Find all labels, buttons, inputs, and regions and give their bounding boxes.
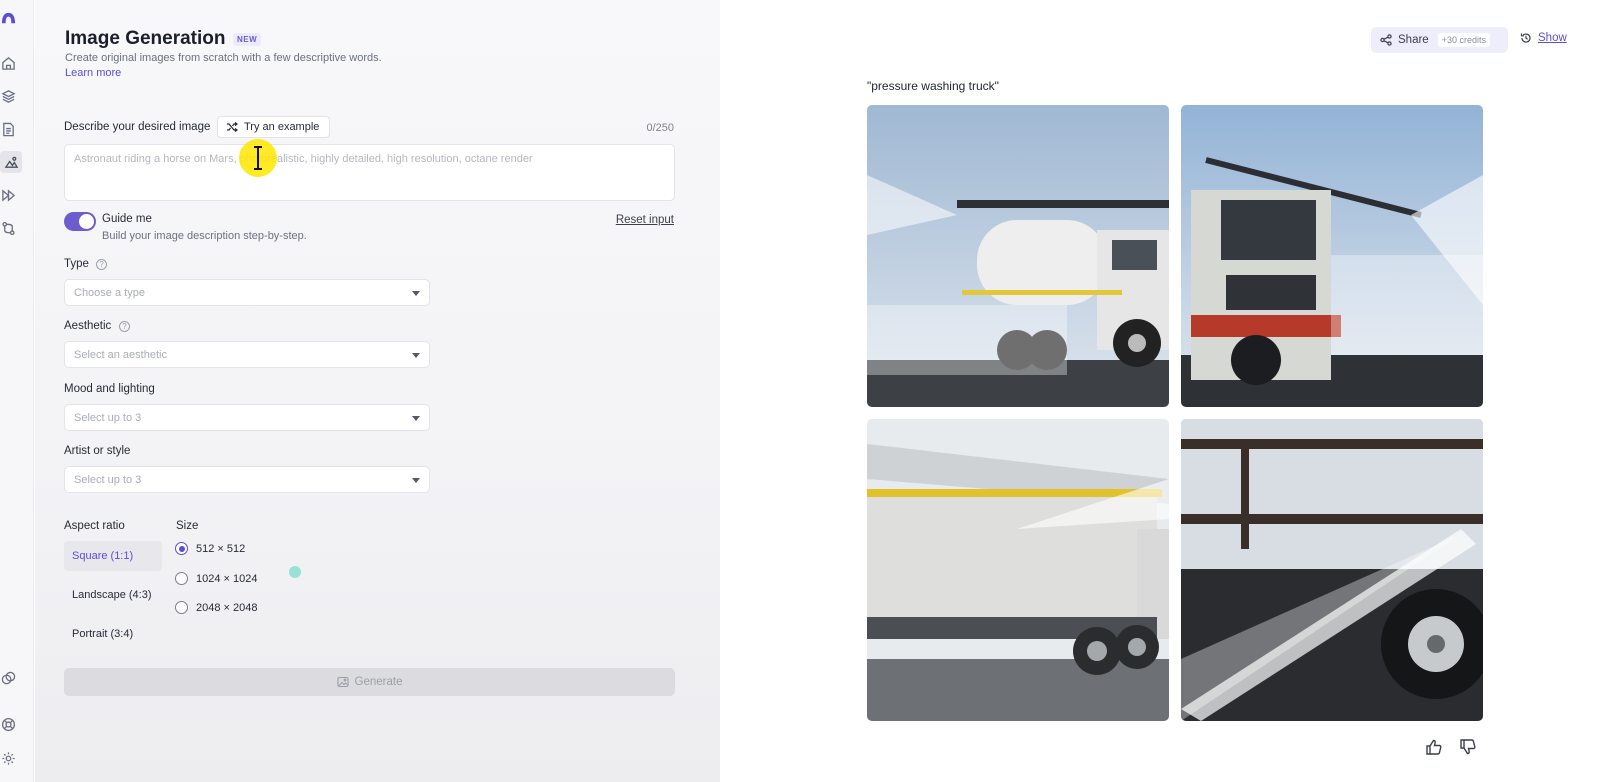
chevron-down-icon: [412, 353, 420, 358]
result-image-1[interactable]: [867, 105, 1169, 407]
result-image-2[interactable]: [1181, 105, 1483, 407]
radio-button[interactable]: [175, 542, 188, 555]
aesthetic-help-icon[interactable]: ?: [119, 321, 130, 332]
aspect-landscape-option[interactable]: Landscape (4:3): [64, 580, 162, 610]
help-icon[interactable]: [0, 716, 16, 732]
try-example-label: Try an example: [244, 121, 320, 133]
guide-me-subtitle: Build your image description step-by-ste…: [102, 230, 307, 242]
share-icon: [1380, 34, 1392, 46]
community-icon[interactable]: [0, 670, 16, 686]
type-label: Type: [64, 258, 89, 270]
page-title: Image Generation: [65, 28, 226, 49]
artist-select[interactable]: Select up to 3: [64, 466, 430, 493]
mood-select-value: Select up to 3: [74, 412, 142, 424]
learn-more-link[interactable]: Learn more: [65, 67, 121, 79]
size-option-2048[interactable]: 2048 × 2048: [175, 601, 257, 614]
artist-select-value: Select up to 3: [74, 474, 142, 486]
character-counter: 0/250: [646, 122, 674, 134]
prompt-caption: "pressure washing truck": [867, 79, 999, 93]
logo-icon[interactable]: [0, 10, 16, 26]
guide-me-title: Guide me: [102, 213, 152, 225]
layers-icon[interactable]: [0, 88, 16, 104]
share-label: Share: [1398, 34, 1429, 46]
image-icon: [336, 676, 349, 688]
click-indicator: [289, 566, 301, 578]
type-select[interactable]: Choose a type: [64, 279, 430, 306]
aesthetic-select-value: Select an aesthetic: [74, 349, 167, 361]
aesthetic-label: Aesthetic: [64, 320, 112, 332]
aspect-square-option[interactable]: Square (1:1): [64, 541, 162, 571]
try-example-button[interactable]: Try an example: [217, 116, 330, 138]
reset-input-link[interactable]: Reset input: [616, 214, 674, 226]
radio-button[interactable]: [175, 572, 188, 585]
text-cursor-icon: [254, 146, 262, 170]
artist-label: Artist or style: [64, 445, 131, 457]
mood-select[interactable]: Select up to 3: [64, 404, 430, 431]
aspect-ratio-label: Aspect ratio: [64, 520, 125, 532]
prompt-input[interactable]: [64, 144, 675, 201]
size-option-512[interactable]: 512 × 512: [175, 542, 245, 555]
aspect-portrait-option[interactable]: Portrait (3:4): [64, 619, 162, 649]
credits-badge: +30 credits: [1437, 33, 1490, 47]
settings-icon[interactable]: [0, 750, 16, 766]
size-label: Size: [176, 520, 199, 532]
thumbs-up-icon[interactable]: [1425, 738, 1443, 756]
aesthetic-select[interactable]: Select an aesthetic: [64, 341, 430, 368]
type-select-value: Choose a type: [74, 287, 145, 299]
generate-label: Generate: [354, 676, 403, 688]
history-icon: [1520, 33, 1531, 43]
workflow-icon[interactable]: [0, 220, 16, 236]
results-panel: Share +30 credits Show "pressure washing…: [720, 0, 1600, 782]
result-image-4[interactable]: [1181, 419, 1483, 721]
icon-rail: [0, 0, 34, 782]
new-badge: NEW: [233, 33, 262, 46]
radio-button[interactable]: [175, 601, 188, 614]
thumbs-down-icon[interactable]: [1459, 738, 1477, 756]
shuffle-icon: [227, 122, 238, 132]
type-help-icon[interactable]: ?: [96, 259, 107, 270]
size-option-label: 512 × 512: [196, 542, 246, 555]
size-option-1024[interactable]: 1024 × 1024: [175, 572, 257, 585]
describe-label: Describe your desired image: [64, 121, 211, 133]
size-option-label: 2048 × 2048: [196, 601, 258, 614]
page-subtitle: Create original images from scratch with…: [65, 52, 382, 64]
show-history-button[interactable]: Show: [1520, 32, 1567, 44]
show-label: Show: [1538, 32, 1567, 44]
guide-me-toggle[interactable]: [64, 212, 96, 231]
share-button[interactable]: Share +30 credits: [1371, 27, 1508, 53]
size-option-label: 1024 × 1024: [196, 572, 258, 585]
chevron-down-icon: [412, 416, 420, 421]
document-icon[interactable]: [0, 121, 16, 137]
chevron-down-icon: [412, 478, 420, 483]
image-generation-form: Image Generation NEW Create original ima…: [35, 0, 720, 782]
image-generation-icon[interactable]: [0, 151, 22, 173]
generate-button[interactable]: Generate: [64, 668, 675, 696]
mood-label: Mood and lighting: [64, 383, 155, 395]
fast-forward-icon[interactable]: [0, 187, 16, 203]
chevron-down-icon: [412, 291, 420, 296]
result-image-3[interactable]: [867, 419, 1169, 721]
home-icon[interactable]: [0, 55, 16, 71]
